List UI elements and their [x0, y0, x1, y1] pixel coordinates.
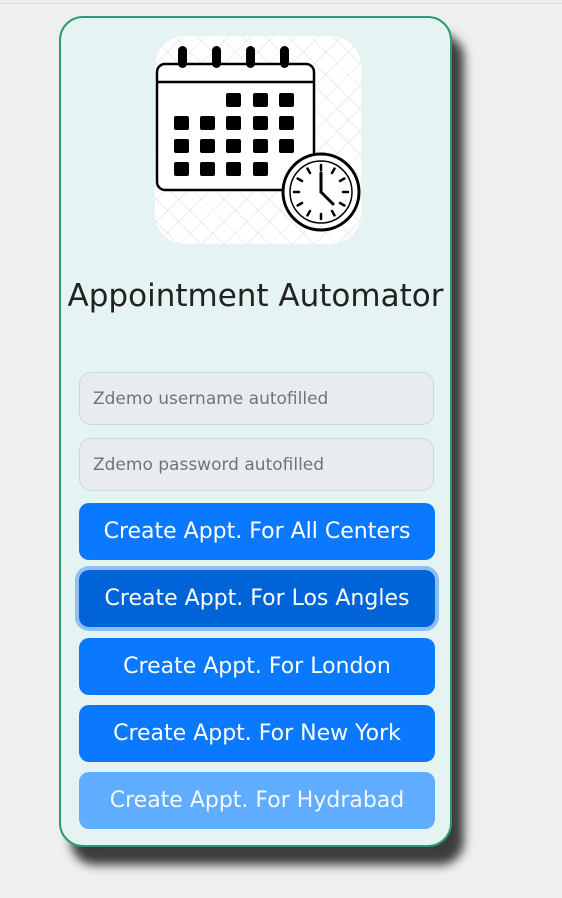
create-appt-new-york-button[interactable]: Create Appt. For New York — [79, 705, 435, 762]
create-appt-hydrabad-button[interactable]: Create Appt. For Hydrabad — [79, 772, 435, 829]
create-appt-all-centers-button[interactable]: Create Appt. For All Centers — [79, 503, 435, 560]
create-appt-london-button[interactable]: Create Appt. For London — [79, 638, 435, 695]
create-appt-los-angles-button[interactable]: Create Appt. For Los Angles — [79, 570, 435, 627]
appointment-card: Appointment Automator Create Appt. For A… — [59, 16, 452, 847]
page-title: Appointment Automator — [67, 278, 444, 314]
calendar-clock-icon — [155, 36, 361, 244]
password-field[interactable] — [79, 438, 434, 491]
window-top-divider — [0, 3, 562, 4]
username-field[interactable] — [79, 372, 434, 425]
